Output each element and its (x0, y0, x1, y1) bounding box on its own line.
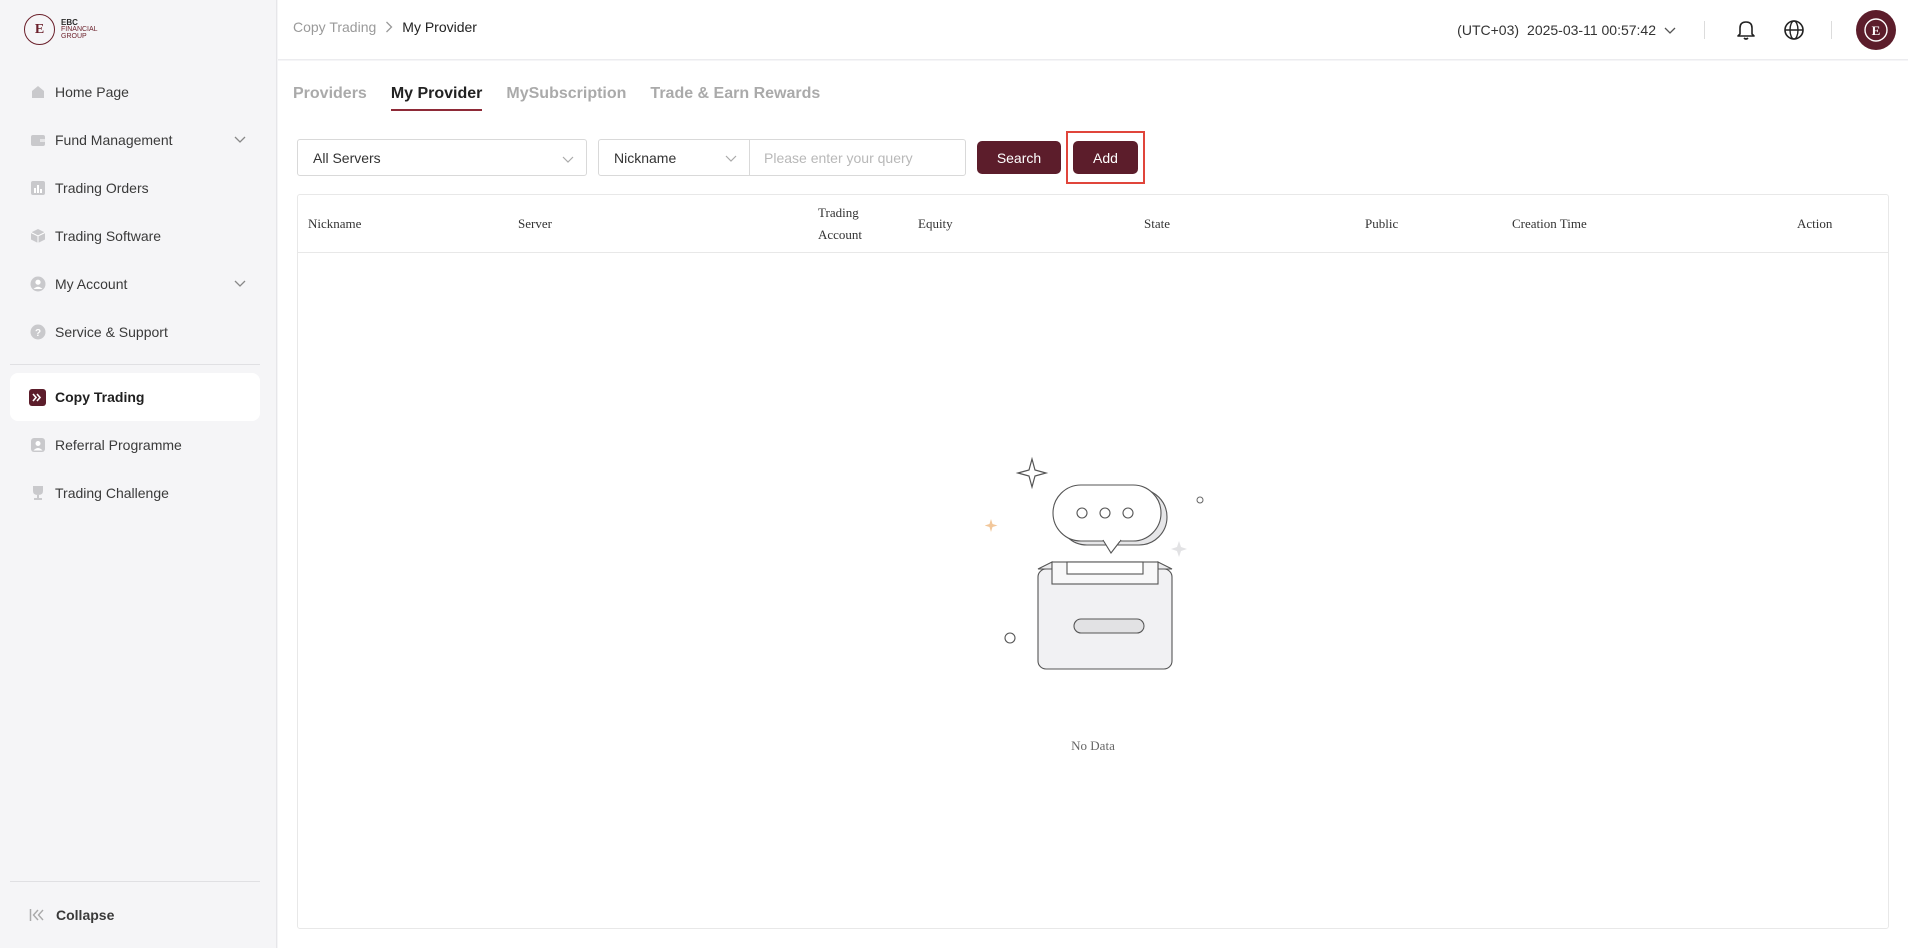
logo-line-2: FINANCIAL (61, 26, 98, 33)
tab-trade-earn-rewards[interactable]: Trade & Earn Rewards (650, 85, 820, 111)
chevron-right-icon (385, 21, 393, 33)
brand-logo[interactable]: E EBC FINANCIAL GROUP (24, 14, 98, 45)
search-input[interactable] (750, 140, 965, 175)
tab-my-provider[interactable]: My Provider (390, 85, 482, 111)
sidebar-item-trading-challenge[interactable]: Trading Challenge (10, 469, 260, 517)
sidebar-item-label: Fund Management (55, 132, 173, 148)
sidebar-item-label: Trading Software (55, 228, 162, 244)
top-header: Copy Trading My Provider (UTC+03) 2025-0… (278, 0, 1908, 60)
sidebar-item-copy-trading[interactable]: Copy Trading (10, 373, 260, 421)
chevron-down-icon (562, 153, 574, 165)
tab-bar: Providers My Provider MySubscription Tra… (293, 85, 844, 111)
logo-text: EBC FINANCIAL GROUP (61, 18, 98, 41)
add-button[interactable]: Add (1073, 141, 1138, 174)
sidebar-item-label: Trading Orders (55, 180, 149, 196)
copy-trading-icon (29, 388, 46, 406)
chevron-down-icon (1664, 24, 1676, 36)
column-header-creation-time: Creation Time (1512, 216, 1587, 231)
chart-bars-icon (29, 180, 46, 197)
sidebar-item-label: Trading Challenge (55, 485, 169, 501)
sidebar-item-label: Copy Trading (55, 389, 145, 405)
breadcrumb: Copy Trading My Provider (293, 19, 477, 35)
header-divider (1831, 21, 1832, 39)
referral-icon (29, 437, 46, 454)
svg-text:E: E (1872, 23, 1881, 38)
add-button-highlight: Add (1066, 131, 1145, 184)
box-icon (29, 228, 46, 245)
providers-table: Nickname Server Trading Account Equity S… (297, 194, 1889, 929)
help-icon: ? (29, 324, 46, 341)
sidebar: E EBC FINANCIAL GROUP Home Page Fund Man… (0, 0, 277, 948)
column-header-server: Server (518, 216, 552, 231)
sidebar-item-label: My Account (55, 276, 128, 292)
app-root: E EBC FINANCIAL GROUP Home Page Fund Man… (0, 0, 1908, 948)
datetime-display: 2025-03-11 00:57:42 (1527, 22, 1656, 38)
column-header-action: Action (1797, 216, 1833, 231)
collapse-icon (29, 908, 47, 922)
search-field-value: Nickname (614, 149, 677, 166)
column-header-state: State (1144, 216, 1170, 231)
sidebar-item-fund-management[interactable]: Fund Management (10, 116, 260, 164)
user-icon (29, 276, 46, 293)
empty-state-text: No Data (1071, 738, 1115, 753)
empty-box-illustration (984, 449, 1225, 704)
chevron-down-icon[interactable] (234, 276, 246, 292)
empty-state: No Data (298, 253, 1888, 929)
tab-providers[interactable]: Providers (293, 85, 367, 111)
server-select[interactable]: All Servers (297, 139, 587, 176)
search-combo: Nickname (598, 139, 966, 176)
chevron-down-icon[interactable] (234, 132, 246, 148)
svg-text:?: ? (34, 328, 40, 339)
bell-icon[interactable] (1735, 19, 1757, 41)
header-divider (1704, 21, 1705, 39)
logo-line-1: EBC (61, 18, 78, 27)
search-field-select[interactable]: Nickname (599, 140, 750, 175)
timezone-label: (UTC+03) (1457, 22, 1520, 38)
header-actions: (UTC+03) 2025-03-11 00:57:42 E (1457, 0, 1908, 60)
sidebar-item-my-account[interactable]: My Account (10, 260, 260, 308)
collapse-button[interactable]: Collapse (10, 881, 260, 948)
logo-line-3: GROUP (61, 33, 87, 40)
sidebar-nav: Home Page Fund Management Trading Orders (10, 68, 260, 517)
sidebar-item-label: Home Page (55, 84, 129, 100)
trophy-icon (29, 485, 46, 502)
search-button[interactable]: Search (977, 141, 1061, 174)
breadcrumb-parent-link[interactable]: Copy Trading (293, 19, 376, 35)
sidebar-item-trading-software[interactable]: Trading Software (10, 212, 260, 260)
sidebar-item-service-support[interactable]: ? Service & Support (10, 308, 260, 356)
logo-mark: E (24, 14, 55, 45)
chevron-down-icon (725, 152, 737, 164)
sidebar-item-label: Service & Support (55, 324, 168, 340)
column-header-public: Public (1365, 216, 1399, 231)
home-icon (29, 84, 46, 101)
collapse-label: Collapse (56, 907, 115, 923)
globe-icon[interactable] (1783, 19, 1805, 41)
server-select-value: All Servers (313, 149, 381, 166)
sidebar-divider (10, 364, 260, 365)
wallet-icon (29, 132, 46, 149)
filter-bar: All Servers Nickname Search Add (297, 131, 1145, 184)
sidebar-item-trading-orders[interactable]: Trading Orders (10, 164, 260, 212)
column-header-trading-account: Trading Account (818, 205, 863, 242)
breadcrumb-current: My Provider (402, 19, 477, 35)
main-content: Providers My Provider MySubscription Tra… (278, 61, 1908, 948)
column-header-equity: Equity (918, 216, 953, 231)
sidebar-item-home[interactable]: Home Page (10, 68, 260, 116)
tab-my-subscription[interactable]: MySubscription (506, 85, 626, 111)
table-header: Nickname Server Trading Account Equity S… (298, 195, 1888, 253)
column-header-nickname: Nickname (308, 216, 362, 231)
avatar[interactable]: E (1856, 10, 1896, 50)
timezone-selector[interactable]: (UTC+03) 2025-03-11 00:57:42 (1457, 22, 1676, 38)
sidebar-item-label: Referral Programme (55, 437, 182, 453)
sidebar-item-referral-programme[interactable]: Referral Programme (10, 421, 260, 469)
